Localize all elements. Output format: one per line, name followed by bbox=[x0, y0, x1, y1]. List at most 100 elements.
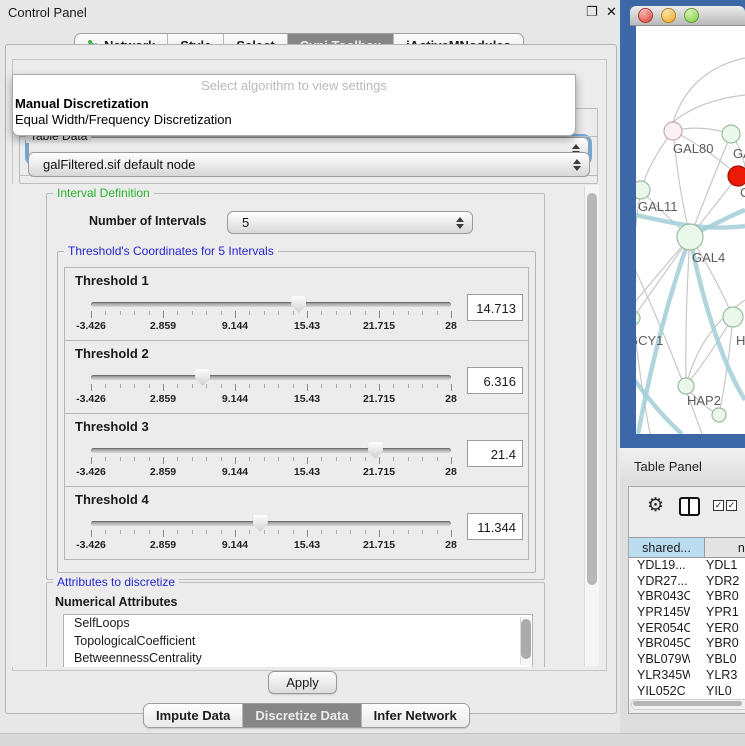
network-canvas[interactable]: GAL80GAGAL11CGAL4GCY1HHAP2 bbox=[636, 26, 745, 434]
slider-tick-labels: -3.4262.8599.14415.4321.71528 bbox=[91, 539, 451, 551]
network-node-hap2[interactable] bbox=[678, 378, 694, 394]
slider-track[interactable] bbox=[91, 521, 451, 526]
tick-label: 2.859 bbox=[150, 466, 176, 478]
attributes-scrollbar[interactable] bbox=[520, 617, 531, 665]
node-label: HAP2 bbox=[687, 393, 721, 408]
node-label: GA bbox=[733, 146, 745, 161]
network-node-gal11[interactable] bbox=[636, 181, 650, 199]
node-label: GAL80 bbox=[673, 141, 713, 156]
node-label: GAL4 bbox=[692, 250, 725, 265]
settings-viewport: Interval Definition Number of Intervals … bbox=[12, 184, 582, 667]
table-row[interactable]: YDL19...YDL1 bbox=[629, 558, 745, 574]
threshold-value-field[interactable]: 14.713 bbox=[467, 294, 523, 321]
table-cell: YER054C bbox=[629, 621, 690, 637]
tab-impute-data[interactable]: Impute Data bbox=[144, 704, 243, 727]
group-title-interval-definition: Interval Definition bbox=[53, 186, 154, 200]
threshold-value-field[interactable]: 21.4 bbox=[467, 440, 523, 467]
tab-infer-network[interactable]: Infer Network bbox=[362, 704, 469, 727]
slider-track[interactable] bbox=[91, 375, 451, 380]
close-traffic-icon[interactable] bbox=[638, 8, 653, 23]
number-of-intervals-combobox[interactable]: 5 bbox=[227, 211, 473, 234]
popup-item-equal-width-frequency-discretization[interactable]: Equal Width/Frequency Discretization bbox=[15, 112, 232, 127]
control-panel-titlebar: Control Panel ❐ ✕ bbox=[0, 0, 620, 26]
tick-label: -3.426 bbox=[76, 466, 106, 478]
select-check-icon[interactable]: ✓ bbox=[726, 500, 737, 511]
float-window-icon[interactable]: ❐ bbox=[586, 4, 598, 20]
table-cell: YPR1 bbox=[690, 605, 745, 621]
tick-label: -3.426 bbox=[76, 539, 106, 551]
table-cell: YLR3 bbox=[690, 668, 745, 684]
threshold-label: Threshold 3 bbox=[75, 419, 149, 434]
slider-ticks bbox=[91, 384, 451, 392]
network-node-gal4[interactable] bbox=[677, 224, 703, 250]
table-row[interactable]: YBR043CYBR0 bbox=[629, 589, 745, 605]
attribute-item-topologicalcoefficient[interactable]: TopologicalCoefficient bbox=[64, 633, 532, 651]
table-toolbar: ⚙ ✓ ✓ bbox=[629, 487, 745, 525]
window-bottom-edge bbox=[0, 733, 745, 746]
select-check-icon[interactable]: ✓ bbox=[713, 500, 724, 511]
threshold-panel-threshold-3: Threshold 3-3.4262.8599.14415.4321.71528… bbox=[64, 413, 529, 487]
table-row[interactable]: YIL052CYIL0 bbox=[629, 684, 745, 700]
table-row[interactable]: YBR045CYBR0 bbox=[629, 636, 745, 652]
network-node-gcy1[interactable] bbox=[636, 311, 640, 325]
network-node-node-2[interactable] bbox=[712, 408, 726, 422]
table-data-group: Table Data galFiltered.sif default node bbox=[19, 136, 598, 184]
table-cell: YBR0 bbox=[690, 589, 745, 605]
table-row[interactable]: YPR145WYPR1 bbox=[629, 605, 745, 621]
split-columns-icon[interactable] bbox=[679, 497, 700, 516]
table-cell: YBL0 bbox=[690, 652, 745, 668]
tab-label: Infer Network bbox=[374, 708, 457, 723]
numerical-attributes-list[interactable]: SelfLoopsTopologicalCoefficientBetweenne… bbox=[63, 614, 533, 667]
table-hscrollbar[interactable] bbox=[631, 699, 745, 710]
column-header-n[interactable]: n... bbox=[705, 537, 745, 558]
apply-button[interactable]: Apply bbox=[268, 671, 337, 694]
network-node-node-1[interactable] bbox=[722, 125, 740, 143]
threshold-panel-threshold-1: Threshold 1-3.4262.8599.14415.4321.71528… bbox=[64, 267, 529, 341]
tick-label: 28 bbox=[445, 393, 457, 405]
popup-item-manual-discretization[interactable]: Manual Discretization bbox=[15, 96, 149, 111]
network-node-selected-red[interactable] bbox=[728, 166, 745, 186]
algorithm-dropdown-popup: Select algorithm to view settings Manual… bbox=[12, 74, 576, 136]
scrollbar-thumb[interactable] bbox=[587, 193, 597, 585]
table-data-combobox[interactable]: galFiltered.sif default node bbox=[28, 152, 590, 177]
tick-label: 9.144 bbox=[222, 393, 248, 405]
network-node-gal80[interactable] bbox=[664, 122, 682, 140]
table-cell: YIL052C bbox=[629, 684, 690, 700]
tab-discretize-data[interactable]: Discretize Data bbox=[243, 704, 361, 727]
slider-ticks bbox=[91, 530, 451, 538]
table-row[interactable]: YBL079WYBL0 bbox=[629, 652, 745, 668]
network-window-titlebar[interactable] bbox=[630, 6, 745, 26]
scrollbar-thumb[interactable] bbox=[633, 701, 742, 706]
gear-icon[interactable]: ⚙ bbox=[647, 494, 664, 517]
table-data-combo-value: galFiltered.sif default node bbox=[43, 157, 195, 172]
table-cell: YBR0 bbox=[690, 636, 745, 652]
table-row[interactable]: YER054CYER0 bbox=[629, 621, 745, 637]
intervals-combo-value: 5 bbox=[242, 215, 249, 230]
table-cell: YDL19... bbox=[629, 558, 690, 574]
attribute-item-selfloops[interactable]: SelfLoops bbox=[64, 615, 532, 633]
table-header-row: shared...n... bbox=[629, 537, 745, 558]
attribute-item-betweennesscentrality[interactable]: BetweennessCentrality bbox=[64, 650, 532, 667]
scrollbar-thumb[interactable] bbox=[521, 619, 531, 659]
tick-label: -3.426 bbox=[76, 393, 106, 405]
table-row[interactable]: YDR27...YDR2 bbox=[629, 574, 745, 590]
combo-arrows-icon bbox=[456, 217, 464, 229]
column-header-shared[interactable]: shared... bbox=[629, 537, 705, 558]
threshold-value-field[interactable]: 6.316 bbox=[467, 367, 523, 394]
minimize-traffic-icon[interactable] bbox=[661, 8, 676, 23]
network-node-node-h[interactable] bbox=[723, 307, 743, 327]
settings-scrollbar[interactable] bbox=[584, 185, 599, 666]
table-cell: YDL1 bbox=[690, 558, 745, 574]
slider-track[interactable] bbox=[91, 302, 451, 307]
thresholds-group: Threshold's Coordinates for 5 Intervals … bbox=[57, 251, 536, 573]
slider-tick-labels: -3.4262.8599.14415.4321.71528 bbox=[91, 393, 451, 405]
tick-label: 9.144 bbox=[222, 466, 248, 478]
zoom-traffic-icon[interactable] bbox=[684, 8, 699, 23]
slider-track[interactable] bbox=[91, 448, 451, 453]
threshold-value-field[interactable]: 11.344 bbox=[467, 513, 523, 540]
close-icon[interactable]: ✕ bbox=[606, 4, 617, 20]
node-label: H bbox=[736, 333, 745, 348]
tick-label: 15.43 bbox=[294, 466, 320, 478]
table-row[interactable]: YLR345WYLR3 bbox=[629, 668, 745, 684]
tick-label: 15.43 bbox=[294, 320, 320, 332]
